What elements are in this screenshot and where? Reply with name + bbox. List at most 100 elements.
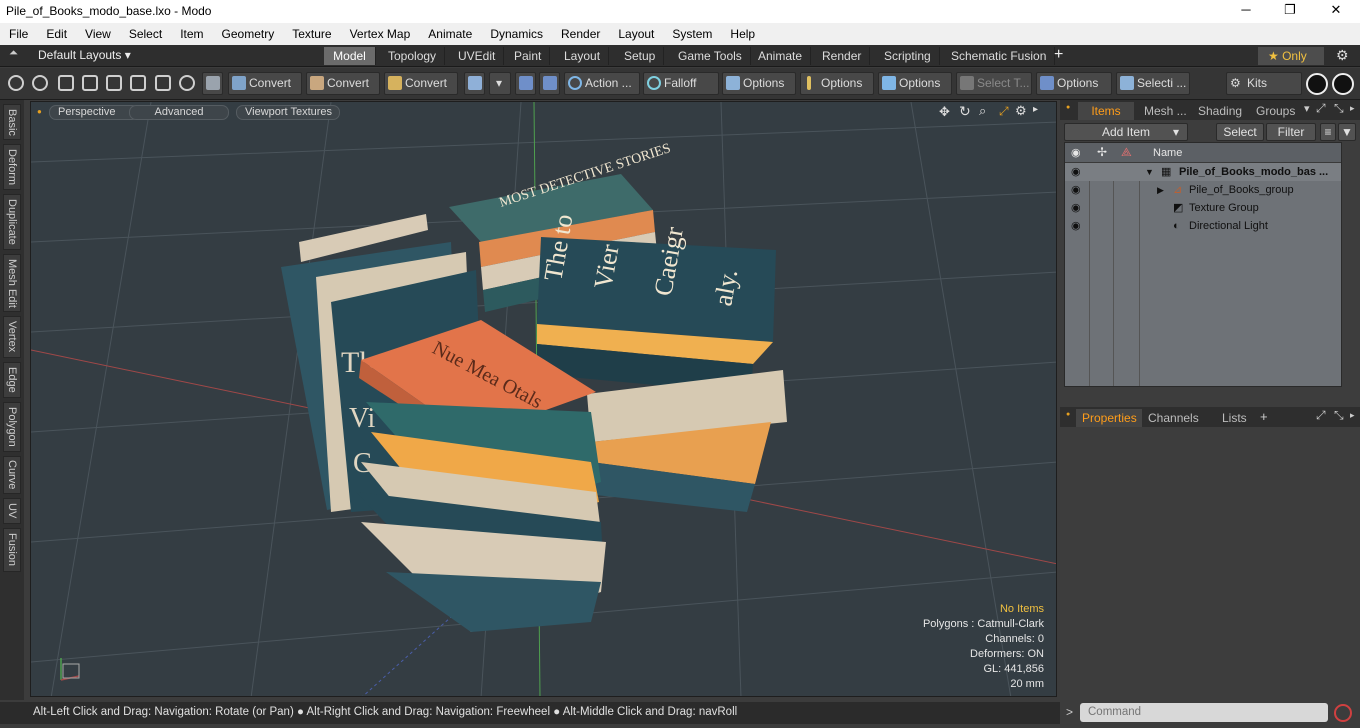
panel-collapse-icon[interactable]: ⤡ — [1334, 101, 1344, 116]
eye-icon[interactable]: ◉ — [1071, 199, 1081, 217]
vtab-mesh-edit[interactable]: Mesh Edit — [3, 254, 21, 312]
pen-tool-icon[interactable] — [58, 75, 74, 91]
selection-sets-button[interactable]: Selecti ... — [1116, 72, 1190, 95]
vtab-edge[interactable]: Edge — [3, 362, 21, 398]
tab-layout[interactable]: Layout — [556, 47, 610, 65]
list-item-texture-group[interactable]: ◉ ◩ Texture Group — [1065, 199, 1341, 217]
menu-item[interactable]: Item — [171, 27, 212, 41]
menu-vertex-map[interactable]: Vertex Map — [341, 27, 420, 41]
item-tool-icon[interactable] — [130, 75, 146, 91]
expand-arrow-icon[interactable]: ▼ — [1145, 163, 1154, 181]
list-options-icon[interactable]: ≡ — [1320, 123, 1336, 141]
collapse-arrow-icon[interactable]: ⏶ — [9, 47, 18, 60]
eye-icon[interactable]: ◉ — [1071, 181, 1081, 199]
material-tool-icon[interactable] — [155, 75, 171, 91]
visibility-header-icon[interactable]: ◉ — [1071, 146, 1081, 159]
advanced-button[interactable]: Advanced — [129, 105, 229, 120]
tab-lists[interactable]: Lists — [1216, 409, 1253, 427]
unity-icon[interactable] — [1306, 73, 1328, 95]
menu-layout[interactable]: Layout — [609, 27, 663, 41]
close-button[interactable]: ✕ — [1316, 2, 1356, 18]
menu-edit[interactable]: Edit — [37, 27, 76, 41]
menu-help[interactable]: Help — [721, 27, 764, 41]
tab-topology[interactable]: Topology — [380, 47, 446, 65]
zoom-icon[interactable]: ⌕ — [979, 103, 986, 119]
rotate-icon[interactable]: ↻ — [959, 103, 971, 120]
command-input[interactable] — [1080, 703, 1328, 722]
menu-render[interactable]: Render — [552, 27, 609, 41]
filter-button[interactable]: Filter — [1266, 123, 1316, 141]
list-item-directional-light[interactable]: ◉ ◐ Directional Light — [1065, 217, 1341, 235]
minimize-button[interactable]: ─ — [1226, 2, 1266, 17]
add-properties-tab-button[interactable]: + — [1260, 409, 1268, 424]
panel-expand-icon[interactable]: ⤢ — [1316, 101, 1326, 116]
convert-button-2[interactable]: Convert — [306, 72, 380, 95]
panel-menu-dot[interactable]: ● — [1066, 411, 1070, 418]
action-center-button[interactable]: Action ... — [564, 72, 640, 95]
panel-expand-icon[interactable]: ⤢ — [1316, 408, 1326, 423]
options-button-2[interactable]: Options — [800, 72, 874, 95]
cube-mode-icon[interactable] — [202, 72, 223, 95]
pan-icon[interactable]: ✥ — [939, 104, 950, 120]
menu-file[interactable]: File — [0, 27, 37, 41]
vtab-deform[interactable]: Deform — [3, 144, 21, 190]
add-item-button[interactable]: Add Item ▾ — [1064, 123, 1188, 141]
fit-view-icon[interactable]: ⤢ — [999, 104, 1009, 119]
vtab-fusion[interactable]: Fusion — [3, 528, 21, 572]
vtab-uv[interactable]: UV — [3, 498, 21, 524]
tab-shading[interactable]: Shading — [1192, 102, 1248, 120]
polygon-tool-icon[interactable] — [106, 75, 122, 91]
gear-icon[interactable]: ⚙ — [1336, 47, 1349, 64]
menu-select[interactable]: Select — [120, 27, 171, 41]
panel-arrow-icon[interactable]: ▸ — [1350, 410, 1355, 421]
falloff-button[interactable]: Falloff — [643, 72, 719, 95]
edge-tool-icon[interactable] — [82, 75, 98, 91]
menu-dynamics[interactable]: Dynamics — [481, 27, 552, 41]
tab-properties[interactable]: Properties — [1076, 409, 1142, 427]
symmetry-icon[interactable] — [515, 72, 536, 95]
vtab-polygon[interactable]: Polygon — [3, 402, 21, 452]
options-button-3[interactable]: Options — [878, 72, 952, 95]
workplane-icon[interactable] — [539, 72, 560, 95]
menu-geometry[interactable]: Geometry — [213, 27, 284, 41]
layout-selector[interactable]: Default Layouts ▾ — [38, 48, 131, 62]
options-button-1[interactable]: Options — [722, 72, 796, 95]
panel-menu-dot[interactable]: ● — [1066, 104, 1070, 111]
options-button-4[interactable]: Options — [1036, 72, 1112, 95]
record-macro-icon[interactable] — [1334, 704, 1352, 722]
eye-icon[interactable]: ◉ — [1071, 217, 1081, 235]
tab-overflow-icon[interactable]: ▾ — [1304, 102, 1310, 115]
tab-scripting[interactable]: Scripting — [876, 47, 940, 65]
snap-cube-icon[interactable] — [464, 72, 485, 95]
menu-view[interactable]: View — [76, 27, 120, 41]
tab-mesh[interactable]: Mesh ... — [1138, 102, 1193, 120]
vtab-vertex[interactable]: Vertex — [3, 316, 21, 358]
add-tab-button[interactable]: + — [1054, 46, 1063, 64]
vtab-basic[interactable]: Basic — [3, 104, 21, 140]
tab-game-tools[interactable]: Game Tools — [670, 47, 751, 65]
select-button[interactable]: Select — [1216, 123, 1264, 141]
kits-button[interactable]: ⚙ Kits — [1226, 72, 1302, 95]
vtab-curve[interactable]: Curve — [3, 456, 21, 494]
pivot-tool-icon[interactable] — [179, 75, 195, 91]
select-through-button[interactable]: Select T... — [956, 72, 1032, 95]
viewport-textures-button[interactable]: Viewport Textures — [236, 105, 340, 120]
convert-button-3[interactable]: Convert — [384, 72, 458, 95]
tab-animate[interactable]: Animate — [750, 47, 812, 65]
panel-arrow-icon[interactable]: ▸ — [1350, 103, 1355, 114]
lock-header-icon[interactable]: ⟁ — [1121, 145, 1132, 160]
funnel-icon[interactable]: ▼ — [1338, 123, 1356, 141]
menu-animate[interactable]: Animate — [419, 27, 481, 41]
viewport-settings-icon[interactable]: ⚙ — [1015, 103, 1027, 119]
tab-schematic-fusion[interactable]: Schematic Fusion — [943, 47, 1056, 65]
tab-render[interactable]: Render — [814, 47, 871, 65]
select-mode-vertex-icon[interactable] — [8, 75, 24, 91]
tab-model[interactable]: Model — [324, 47, 376, 65]
vtab-duplicate[interactable]: Duplicate — [3, 194, 21, 250]
3d-viewport[interactable]: The i Vi C MOST DETECTIVE STORIES The to… — [30, 101, 1057, 697]
menu-system[interactable]: System — [663, 27, 721, 41]
select-mode-globe-icon[interactable] — [32, 75, 48, 91]
tab-channels[interactable]: Channels — [1142, 409, 1205, 427]
list-item-group[interactable]: ◉ ▶ ⊿ Pile_of_Books_group — [1065, 181, 1341, 199]
tab-groups[interactable]: Groups — [1250, 102, 1301, 120]
